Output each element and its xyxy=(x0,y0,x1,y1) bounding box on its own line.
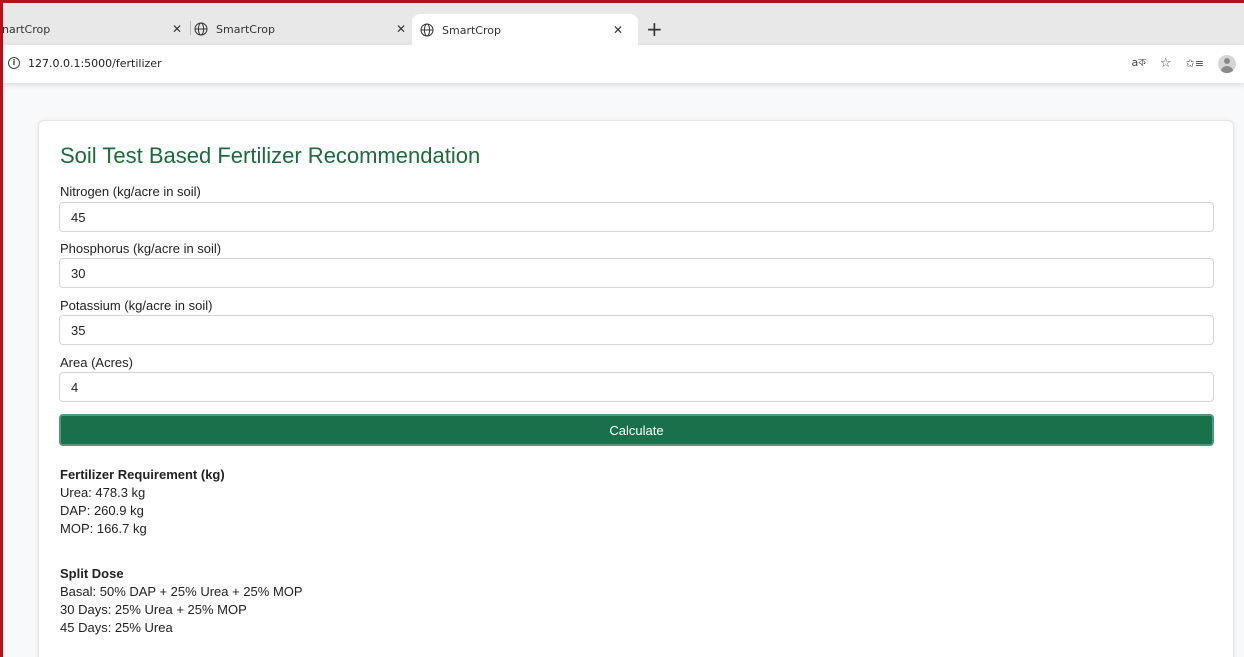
bookmark-star-icon[interactable]: ☆ xyxy=(1160,56,1172,71)
calculate-button[interactable]: Calculate xyxy=(59,414,1214,446)
fertilizer-form-card: Soil Test Based Fertilizer Recommendatio… xyxy=(38,120,1234,657)
new-tab-button[interactable]: + xyxy=(646,19,663,39)
tab-close-icon[interactable]: ✕ xyxy=(172,22,182,36)
tab-label: SmartCrop xyxy=(216,22,275,36)
tab-smartcrop-1[interactable]: nartCrop ✕ xyxy=(0,16,190,42)
potassium-input[interactable] xyxy=(59,315,1214,345)
phosphorus-input[interactable] xyxy=(59,258,1214,288)
tab-smartcrop-2[interactable]: SmartCrop ✕ xyxy=(194,16,412,42)
tab-smartcrop-active[interactable]: SmartCrop ✕ xyxy=(412,14,638,46)
requirement-heading: Fertilizer Requirement (kg) xyxy=(60,467,225,482)
split-dose-section: Split Dose Basal: 50% DAP + 25% Urea + 2… xyxy=(60,565,303,637)
globe-icon xyxy=(194,22,208,36)
tab-close-icon[interactable]: ✕ xyxy=(396,22,406,36)
address-text[interactable]: 127.0.0.1:5000/fertilizer xyxy=(28,57,162,70)
translate-icon[interactable]: aক xyxy=(1131,54,1145,73)
area-label: Area (Acres) xyxy=(60,355,133,370)
browser-toolbar: i 127.0.0.1:5000/fertilizer aক ☆ ✩≡ xyxy=(0,45,1244,83)
tab-strip: nartCrop ✕ SmartCrop ✕ SmartCrop ✕ + xyxy=(0,0,1244,46)
globe-icon xyxy=(420,23,434,37)
tab-close-icon[interactable]: ✕ xyxy=(613,23,623,37)
tab-label: nartCrop xyxy=(2,22,51,36)
nitrogen-input[interactable] xyxy=(59,202,1214,232)
page-viewport: Soil Test Based Fertilizer Recommendatio… xyxy=(0,83,1244,657)
site-info-icon[interactable]: i xyxy=(8,57,20,69)
split-basal: Basal: 50% DAP + 25% Urea + 25% MOP xyxy=(60,584,303,599)
favorites-icon[interactable]: ✩≡ xyxy=(1186,57,1204,70)
potassium-label: Potassium (kg/acre in soil) xyxy=(60,298,213,313)
fertilizer-requirement-section: Fertilizer Requirement (kg) Urea: 478.3 … xyxy=(60,466,225,538)
mop-requirement: MOP: 166.7 kg xyxy=(60,521,147,536)
address-bar[interactable]: i 127.0.0.1:5000/fertilizer xyxy=(8,52,1244,74)
tab-label: SmartCrop xyxy=(442,23,501,37)
split-30-days: 30 Days: 25% Urea + 25% MOP xyxy=(60,602,247,617)
phosphorus-label: Phosphorus (kg/acre in soil) xyxy=(60,241,222,256)
dap-requirement: DAP: 260.9 kg xyxy=(60,503,144,518)
split-45-days: 45 Days: 25% Urea xyxy=(60,620,173,635)
urea-requirement: Urea: 478.3 kg xyxy=(60,485,146,500)
nitrogen-label: Nitrogen (kg/acre in soil) xyxy=(60,184,201,199)
tab-separator xyxy=(190,21,191,35)
split-dose-heading: Split Dose xyxy=(60,566,124,581)
toolbar-icons: aক ☆ ✩≡ xyxy=(1131,54,1236,73)
page-title: Soil Test Based Fertilizer Recommendatio… xyxy=(60,143,481,168)
profile-avatar-icon[interactable] xyxy=(1218,54,1236,73)
area-input[interactable] xyxy=(59,372,1214,402)
